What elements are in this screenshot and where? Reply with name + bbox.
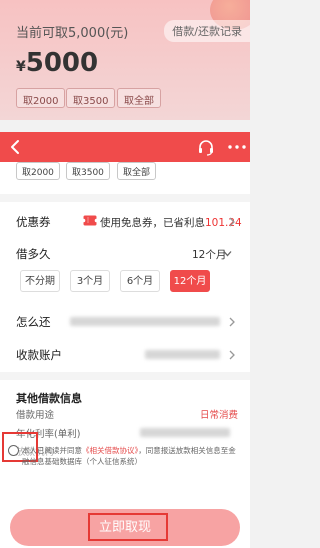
coupon-amount: 101.24: [205, 217, 242, 229]
coupon-label: 优惠券: [16, 215, 51, 229]
coupon-icon: [83, 215, 97, 226]
term-selected-value[interactable]: 12个月: [192, 247, 226, 262]
section-divider: [0, 194, 250, 202]
term-option-12m[interactable]: 12个月: [170, 270, 210, 292]
back-arrow-icon[interactable]: [8, 138, 24, 156]
account-label: 收款账户: [16, 348, 62, 362]
withdraw-sheet: 取2000 取3500 取全部 优惠券 使用免息券，已省利息101.24 借多久…: [0, 162, 250, 548]
other-info-title: 其他借款信息: [16, 392, 82, 405]
chevron-right-icon[interactable]: [228, 217, 236, 227]
agreement-link[interactable]: 《相关借款协议》: [82, 446, 138, 455]
term-option-3m[interactable]: 3个月: [70, 270, 110, 292]
amount-display: ¥5000: [16, 48, 98, 78]
agreement-checkbox[interactable]: [8, 445, 19, 456]
records-link[interactable]: 借款/还款记录: [164, 20, 250, 42]
quick-3500-button[interactable]: 取3500: [66, 162, 110, 180]
purpose-label: 借款用途: [16, 410, 55, 421]
chevron-right-icon[interactable]: [228, 350, 236, 360]
purpose-value[interactable]: 日常消费: [200, 407, 238, 421]
submit-highlight-box: [88, 513, 168, 541]
coupon-text: 使用免息券，已省利息: [100, 217, 205, 229]
sheet-header: [0, 132, 250, 162]
rate-redacted: [140, 428, 230, 437]
section-divider: [0, 372, 250, 380]
amount-value: 5000: [25, 48, 99, 78]
bg-quick-2000-button[interactable]: 取2000: [16, 88, 66, 108]
agreement-text: 本人已阅读并同意《相关借款协议》，同意报送放款相关信息至金融信息基础数据库（个人…: [22, 445, 236, 467]
term-option-none[interactable]: 不分期: [20, 270, 60, 292]
coupon-info[interactable]: 使用免息券，已省利息101.24: [100, 215, 242, 230]
account-redacted: [145, 350, 220, 359]
term-option-6m[interactable]: 6个月: [120, 270, 160, 292]
currency-symbol: ¥: [16, 59, 26, 75]
more-dots-icon[interactable]: [228, 145, 246, 149]
background-page: 当前可取5,000(元) 借款/还款记录 ¥5000 取2000 取3500 取…: [0, 0, 250, 120]
headset-icon[interactable]: [197, 138, 215, 156]
quick-all-button[interactable]: 取全部: [117, 162, 157, 180]
repay-label: 怎么还: [16, 315, 51, 329]
bg-quick-all-button[interactable]: 取全部: [117, 88, 161, 108]
repay-plan-redacted: [70, 317, 220, 326]
chevron-down-icon[interactable]: [223, 250, 232, 257]
bg-quick-3500-button[interactable]: 取3500: [66, 88, 116, 108]
chevron-right-icon[interactable]: [228, 317, 236, 327]
available-amount-title: 当前可取5,000(元): [16, 26, 129, 41]
agreement-before: 本人已阅读并同意: [22, 446, 82, 455]
quick-2000-button[interactable]: 取2000: [16, 162, 60, 180]
term-label: 借多久: [16, 247, 51, 261]
